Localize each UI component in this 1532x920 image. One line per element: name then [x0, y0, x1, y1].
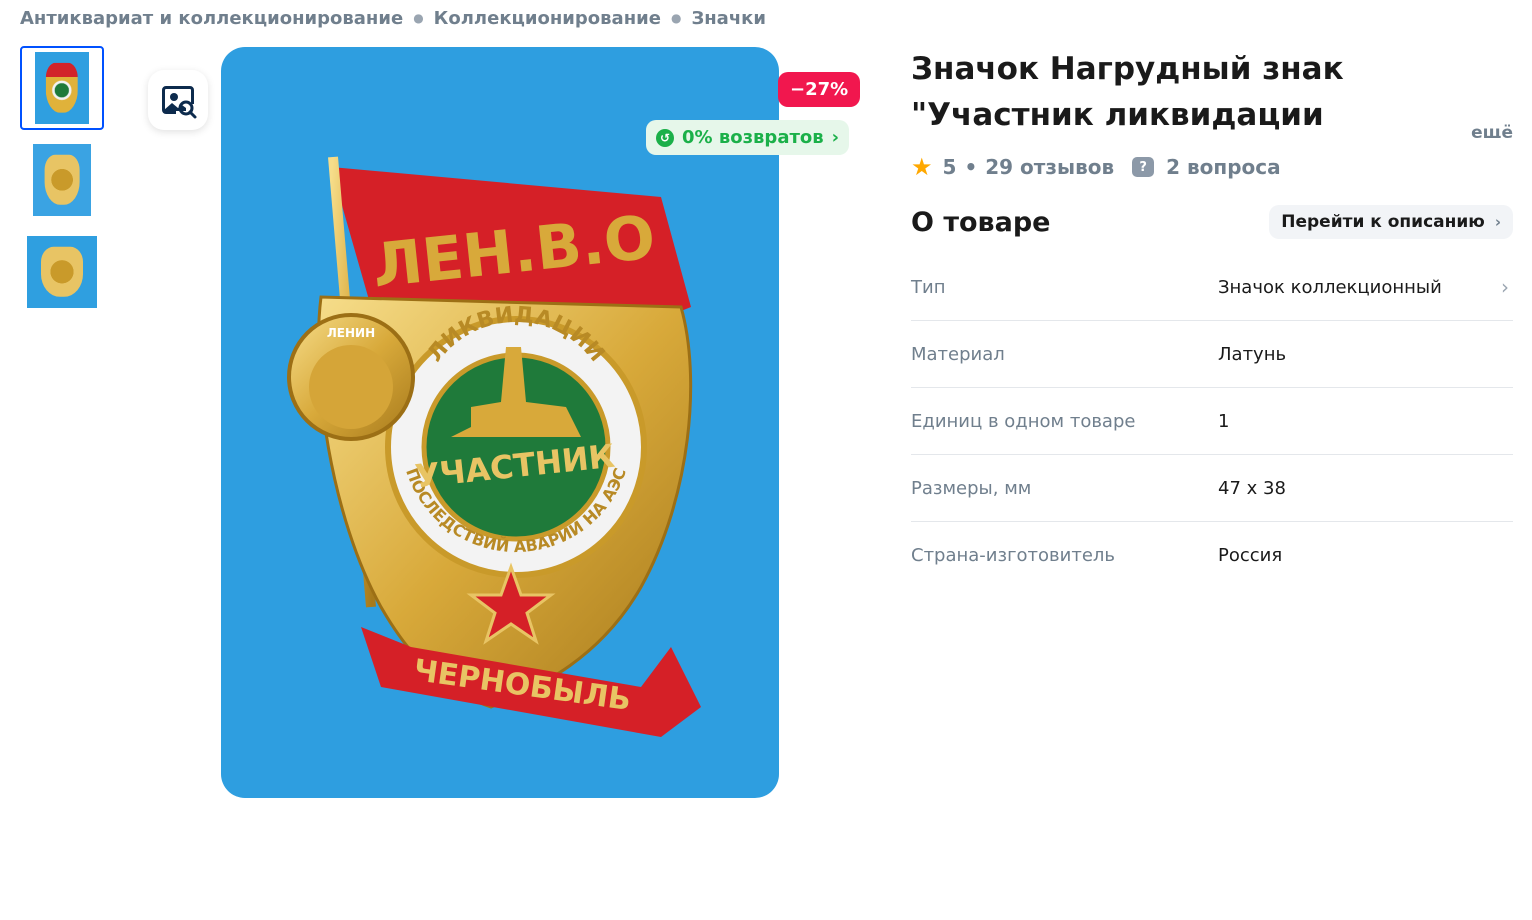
- property-value: Значок коллекционный: [1218, 276, 1442, 298]
- product-title: Значок Нагрудный знак "Участник ликвидац…: [911, 46, 1513, 138]
- product-main-image[interactable]: ЛЕН.В.О ЛИКВИДАЦИИ ПОСЛЕДСТВИЙ АВАРИИ НА…: [221, 47, 779, 798]
- image-search-icon: [162, 86, 197, 119]
- chevron-right-icon: ›: [831, 127, 840, 148]
- breadcrumb: Антиквариат и коллекционирование ● Колле…: [20, 6, 766, 30]
- product-info: Значок Нагрудный знак "Участник ликвидац…: [911, 46, 1513, 589]
- breadcrumb-separator: ●: [670, 11, 682, 25]
- property-value: Россия: [1218, 545, 1283, 566]
- thumbnail-2[interactable]: [20, 138, 104, 222]
- property-value: 47 x 38: [1218, 477, 1286, 499]
- returns-icon: ↺: [656, 128, 674, 147]
- rating-value[interactable]: 5: [943, 155, 957, 179]
- product-title-text: Значок Нагрудный знак "Участник ликвидац…: [911, 51, 1344, 133]
- property-row-type[interactable]: Тип Значок коллекционный ›: [911, 254, 1513, 321]
- breadcrumb-item-collecting[interactable]: Коллекционирование: [434, 8, 661, 29]
- breadcrumb-item-antiques[interactable]: Антиквариат и коллекционирование: [20, 8, 403, 29]
- about-heading: О товаре: [911, 206, 1051, 238]
- goto-description-button[interactable]: Перейти к описанию ›: [1269, 205, 1513, 239]
- badge-illustration: ЛЕН.В.О ЛИКВИДАЦИИ ПОСЛЕДСТВИЙ АВАРИИ НА…: [287, 156, 701, 737]
- property-key: Страна-изготовитель: [911, 545, 1116, 566]
- questions-link[interactable]: 2 вопроса: [1166, 155, 1281, 179]
- breadcrumb-separator: ●: [413, 11, 424, 25]
- about-header: О товаре Перейти к описанию ›: [911, 202, 1513, 242]
- goto-description-label: Перейти к описанию: [1281, 212, 1485, 232]
- thumbnail-1[interactable]: [20, 46, 104, 130]
- discount-badge: −27%: [778, 72, 861, 107]
- property-key: Размеры, мм: [911, 477, 1032, 499]
- star-icon: ★: [911, 153, 933, 181]
- thumbnail-image: [27, 236, 97, 308]
- chevron-right-icon: ›: [1501, 275, 1509, 299]
- reviews-link[interactable]: 29 отзывов: [985, 155, 1114, 179]
- question-icon: ?: [1132, 157, 1155, 177]
- property-row-country: Страна-изготовитель Россия: [911, 522, 1513, 589]
- property-value: 1: [1218, 410, 1230, 432]
- chevron-right-icon: ›: [1494, 213, 1501, 231]
- breadcrumb-item-badges[interactable]: Значки: [691, 8, 766, 29]
- property-row-units: Единиц в одном товаре 1: [911, 388, 1513, 455]
- property-row-material: Материал Латунь: [911, 321, 1513, 388]
- thumbnail-list: [20, 46, 104, 322]
- badge-medal-text: ЛЕНИН: [327, 326, 375, 340]
- rating-row: ★ 5 • 29 отзывов ? 2 вопроса: [911, 152, 1513, 182]
- image-search-button[interactable]: [148, 70, 208, 130]
- property-key: Тип: [911, 276, 946, 298]
- property-row-size: Размеры, мм 47 x 38: [911, 455, 1513, 522]
- property-value: Латунь: [1218, 343, 1287, 365]
- property-key: Единиц в одном товаре: [911, 410, 1136, 432]
- property-key: Материал: [911, 343, 1005, 365]
- returns-label: 0% возвратов: [682, 127, 824, 148]
- properties-list: Тип Значок коллекционный › Материал Лату…: [911, 254, 1513, 589]
- title-more-link[interactable]: ещё: [1411, 110, 1513, 138]
- thumbnail-image: [33, 144, 91, 216]
- separator-dot: •: [964, 155, 978, 179]
- thumbnail-image: [35, 52, 89, 124]
- thumbnail-3[interactable]: [20, 230, 104, 314]
- returns-badge[interactable]: ↺ 0% возвратов ›: [646, 120, 850, 155]
